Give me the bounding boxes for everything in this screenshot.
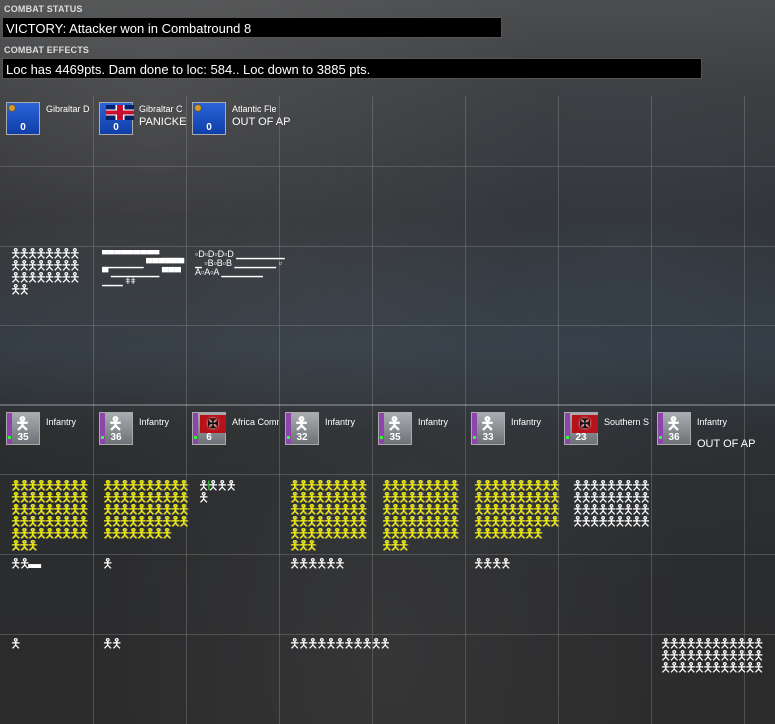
defender-troops-2: ▀▀▀▀▀▀▀▀▀ ▁▁▁▁▁▁▁▁▁ ▀▀▀▀▀▀▀ ▁▁▁▁▁▁▁ ▀▀▀ … <box>102 250 185 286</box>
attacker-troops-row2-2: 🯅 <box>102 558 113 571</box>
attacker-troops-7: 🯅🯅🯅🯅🯅🯅🯅🯅🯅🯅🯅🯅🯅🯅🯅🯅🯅🯅🯅🯅🯅🯅🯅🯅🯅🯅🯅🯅🯅🯅🯅🯅🯅🯅🯅🯅 <box>572 480 651 529</box>
defender-unit-2[interactable]: 0 Gibraltar C PANICKE <box>93 102 186 142</box>
combat-effects-text: Loc has 4469pts. Dam done to loc: 584.. … <box>2 58 702 79</box>
attacker-unit-4[interactable]: 🯅 32 Infantry <box>279 412 372 452</box>
unit-name: Gibraltar C <box>139 104 183 114</box>
attacker-troops-row2-4: 🯅 🯅 🯅 🯅 🯅 🯅 <box>289 558 346 571</box>
unit-counter[interactable]: 🯅 36 <box>657 412 691 445</box>
unit-badge-icon <box>194 104 202 112</box>
unit-counter[interactable]: 0 <box>6 102 40 135</box>
unit-name: Infantry <box>325 417 356 427</box>
attacker-unit-2[interactable]: 🯅 36 Infantry <box>93 412 186 452</box>
unit-counter[interactable]: 🯅 32 <box>285 412 319 445</box>
combat-grid: 0 Gibraltar D 0 Gibraltar C PANICKE 0 At… <box>0 96 775 724</box>
attacker-troops-2: 🯅🯅🯅🯅🯅🯅🯅🯅🯅🯅🯅🯅🯅🯅🯅🯅🯅🯅🯅🯅🯅🯅🯅🯅🯅🯅🯅🯅🯅🯅🯅🯅🯅🯅🯅🯅🯅🯅🯅🯅… <box>102 480 189 541</box>
unit-name: Atlantic Fle <box>232 104 277 114</box>
attacker-unit-1[interactable]: 🯅 35 Infantry <box>0 412 93 452</box>
combat-effects-label: COMBAT EFFECTS <box>4 45 90 55</box>
unit-status: OUT OF AP <box>697 438 756 450</box>
unit-name: Infantry <box>511 417 542 427</box>
attacker-troops-row3-2: 🯅 🯅 <box>102 638 123 651</box>
unit-counter[interactable]: 🯅 35 <box>378 412 412 445</box>
unit-name: Infantry <box>697 417 728 427</box>
attacker-troops-row3-8: 🯅🯅🯅🯅🯅🯅🯅🯅🯅🯅🯅🯅🯅🯅🯅🯅🯅🯅🯅🯅🯅🯅🯅🯅🯅🯅🯅🯅🯅🯅🯅🯅🯅🯅🯅🯅 <box>660 638 764 675</box>
defender-troops-3: ▫D▫D▫D▫D ▁▁▁▁▁▁▁▁ ▫B▫B▫B ▁▁▁▁▁▁ ▫A▫A▫A ▁… <box>195 250 285 277</box>
german-flag-icon <box>572 415 598 433</box>
attacker-troops-row3-4: 🯅 🯅 🯅 🯅 🯅 🯅 🯅 🯅 🯅 🯅 🯅 <box>289 638 391 651</box>
unit-name: Infantry <box>46 417 77 427</box>
attacker-troops-row3-1: 🯅 <box>10 638 21 651</box>
unit-status: PANICKE <box>139 116 186 128</box>
unit-status: OUT OF AP <box>232 116 291 128</box>
defender-unit-3[interactable]: 0 Atlantic Fle OUT OF AP <box>186 102 290 142</box>
soldier-icon: 🯅 <box>294 414 309 433</box>
attacker-troops-5: 🯅🯅🯅🯅🯅🯅🯅🯅🯅🯅🯅🯅🯅🯅🯅🯅🯅🯅🯅🯅🯅🯅🯅🯅🯅🯅🯅🯅🯅🯅🯅🯅🯅🯅🯅🯅🯅🯅🯅🯅… <box>381 480 460 552</box>
german-flag-icon <box>200 415 226 433</box>
combat-status-label: COMBAT STATUS <box>4 4 83 14</box>
unit-counter[interactable]: 🯅 35 <box>6 412 40 445</box>
soldier-icon: 🯅 <box>480 414 495 433</box>
unit-name: Southern S <box>604 417 650 427</box>
unit-counter[interactable]: 23 <box>564 412 598 445</box>
unit-name: Africa Comm <box>232 417 279 427</box>
attacker-unit-7[interactable]: 23 Southern S <box>558 412 651 452</box>
defender-unit-1[interactable]: 0 Gibraltar D <box>0 102 93 142</box>
unit-counter[interactable]: 🯅 36 <box>99 412 133 445</box>
combat-status-text: VICTORY: Attacker won in Combatround 8 <box>2 17 502 38</box>
defender-troops-1: 🯅🯅🯅🯅🯅🯅🯅🯅🯅🯅🯅🯅🯅🯅🯅🯅🯅🯅🯅🯅🯅🯅🯅🯅🯅🯅 <box>10 248 81 297</box>
attacker-unit-5[interactable]: 🯅 35 Infantry <box>372 412 465 452</box>
unit-name: Infantry <box>139 417 170 427</box>
attacker-unit-8[interactable]: 🯅 36 Infantry OUT OF AP <box>651 412 755 452</box>
soldier-icon: 🯅 <box>108 414 123 433</box>
unit-name: Gibraltar D <box>46 104 90 114</box>
soldier-icon: 🯅 <box>387 414 402 433</box>
soldier-icon: 🯅 <box>15 414 30 433</box>
attacker-troops-1: 🯅🯅🯅🯅🯅🯅🯅🯅🯅🯅🯅🯅🯅🯅🯅🯅🯅🯅🯅🯅🯅🯅🯅🯅🯅🯅🯅🯅🯅🯅🯅🯅🯅🯅🯅🯅🯅🯅🯅🯅… <box>10 480 89 552</box>
uk-flag-icon <box>106 105 134 120</box>
attacker-troops-3: 🯅 ǀ🯅 🯅 🯅 🯅 <box>198 480 237 505</box>
unit-counter[interactable]: 0 <box>99 102 134 135</box>
soldier-icon: 🯅 <box>666 414 681 433</box>
attacker-unit-6[interactable]: 🯅 33 Infantry <box>465 412 558 452</box>
unit-badge-icon <box>8 104 16 112</box>
attacker-troops-4: 🯅🯅🯅🯅🯅🯅🯅🯅🯅🯅🯅🯅🯅🯅🯅🯅🯅🯅🯅🯅🯅🯅🯅🯅🯅🯅🯅🯅🯅🯅🯅🯅🯅🯅🯅🯅🯅🯅🯅🯅… <box>289 480 368 552</box>
unit-counter[interactable]: 0 <box>192 102 226 135</box>
unit-counter[interactable]: 6 <box>192 412 226 445</box>
attacker-troops-6: 🯅🯅🯅🯅🯅🯅🯅🯅🯅🯅🯅🯅🯅🯅🯅🯅🯅🯅🯅🯅🯅🯅🯅🯅🯅🯅🯅🯅🯅🯅🯅🯅🯅🯅🯅🯅🯅🯅🯅🯅… <box>473 480 560 541</box>
attacker-unit-3[interactable]: 6 Africa Comm <box>186 412 279 452</box>
unit-name: Infantry <box>418 417 449 427</box>
attacker-troops-row2-1: 🯅 🯅 ▬ <box>10 558 41 571</box>
attacker-troops-row2-6: 🯅 🯅 🯅 🯅 <box>473 558 512 571</box>
unit-counter[interactable]: 🯅 33 <box>471 412 505 445</box>
